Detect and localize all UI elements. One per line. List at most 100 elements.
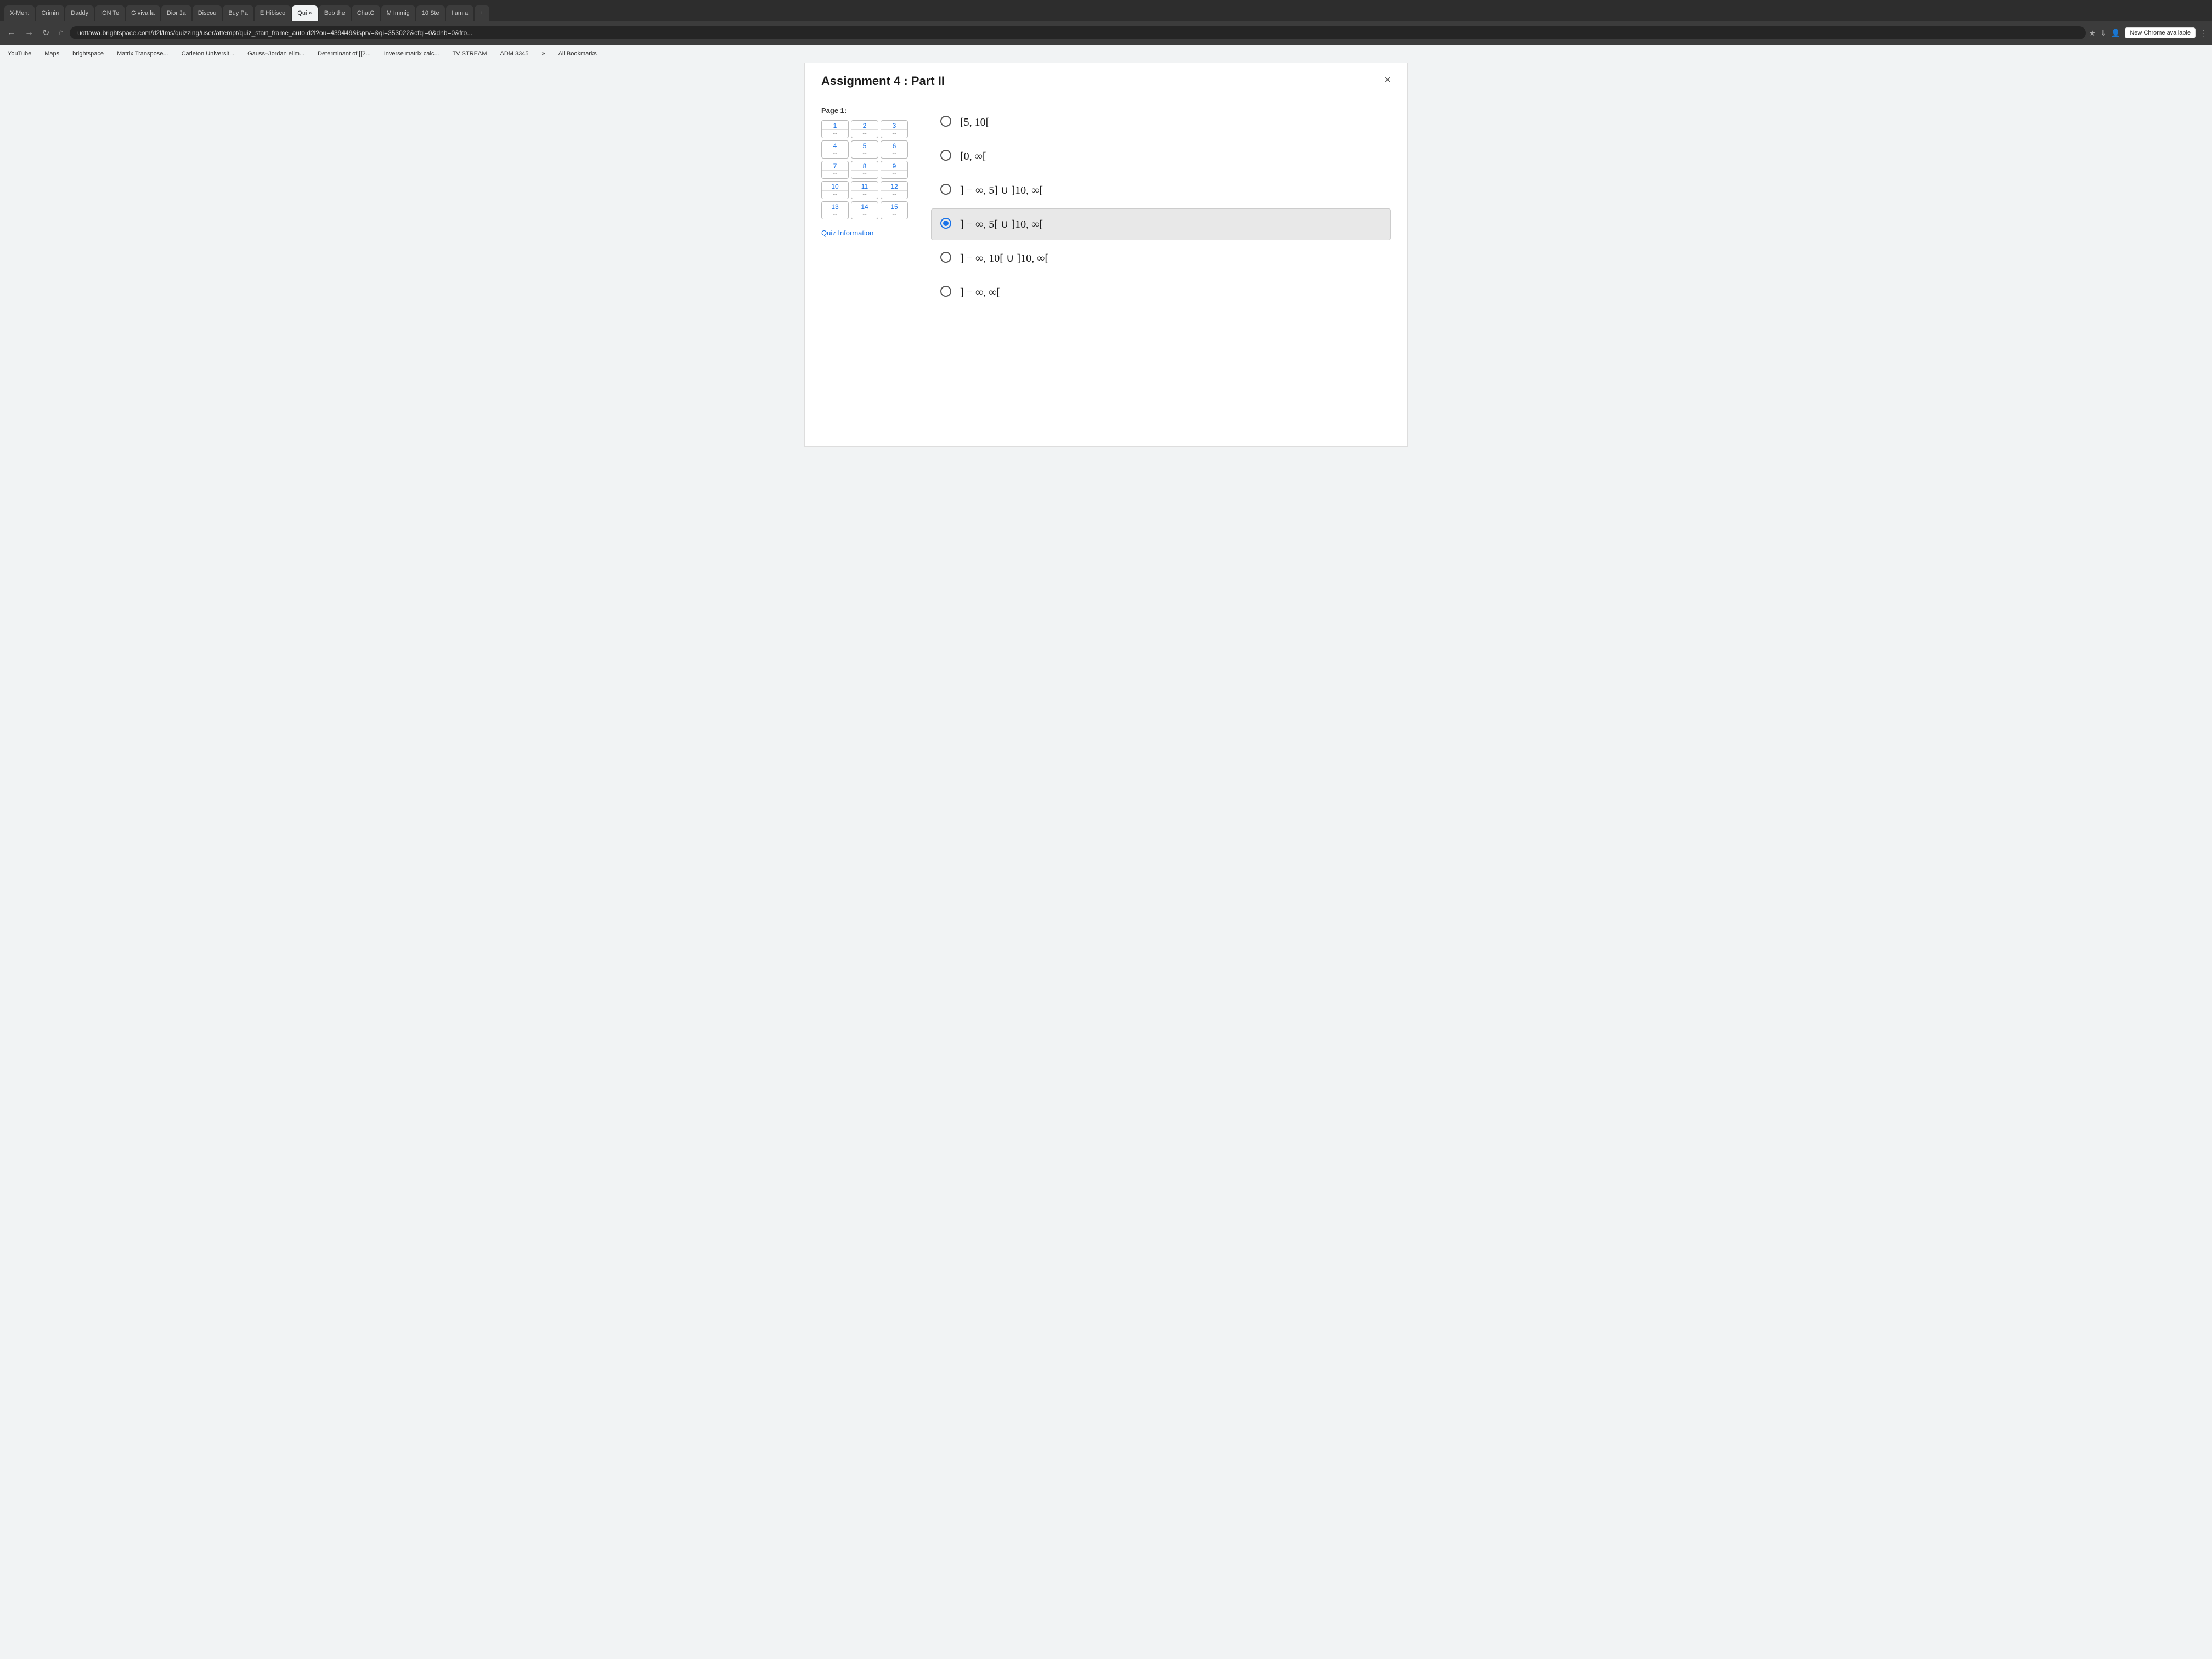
address-bar: ← → ↻ ⌂ ★ ⇓ 👤 New Chrome available ⋮	[0, 21, 2212, 45]
radio-button[interactable]	[940, 218, 951, 229]
address-input[interactable]	[70, 26, 2086, 40]
option-text: [5, 10[	[960, 115, 989, 130]
home-button[interactable]: ⌂	[55, 27, 66, 39]
question-number: 1	[833, 122, 837, 129]
question-nav-cell[interactable]: 10--	[821, 181, 849, 199]
bookmarks-bar: YouTube Maps brightspace Matrix Transpose..…	[0, 45, 2212, 63]
bookmark-item[interactable]: YouTube	[4, 49, 35, 58]
question-nav-cell[interactable]: 9--	[881, 161, 908, 179]
quiz-title: Assignment 4 : Part II	[821, 74, 945, 88]
bookmark-item[interactable]: All Bookmarks	[555, 49, 600, 58]
browser-tab[interactable]: G viva la	[126, 5, 160, 21]
bookmark-item[interactable]: Inverse matrix calc...	[381, 49, 443, 58]
bookmark-item[interactable]: »	[539, 49, 549, 58]
quiz-container: Assignment 4 : Part II × Page 1: 1--2--3…	[804, 63, 1408, 447]
answer-option[interactable]: ] − ∞, 5[ ∪ ]10, ∞[	[931, 208, 1391, 240]
answer-option[interactable]: ] − ∞, 10[ ∪ ]10, ∞[	[931, 242, 1391, 274]
browser-tab[interactable]: M Immig	[381, 5, 415, 21]
answer-option[interactable]: [0, ∞[	[931, 140, 1391, 172]
browser-tab[interactable]: Discou	[193, 5, 222, 21]
question-score: --	[881, 211, 907, 218]
menu-icon[interactable]: ⋮	[2200, 29, 2208, 38]
browser-tab[interactable]: I am a	[446, 5, 474, 21]
browser-tab[interactable]: Bob the	[319, 5, 351, 21]
question-score: --	[851, 190, 878, 198]
question-nav-cell[interactable]: 7--	[821, 161, 849, 179]
radio-button[interactable]	[940, 150, 951, 161]
answer-option[interactable]: [5, 10[	[931, 106, 1391, 138]
quiz-sidebar: Page 1: 1--2--3--4--5--6--7--8--9--10--1…	[821, 106, 920, 311]
bookmark-item[interactable]: TV STREAM	[449, 49, 490, 58]
question-nav-cell[interactable]: 14--	[851, 201, 878, 219]
question-number: 3	[893, 122, 896, 129]
question-number: 14	[861, 203, 868, 211]
new-chrome-badge[interactable]: New Chrome available	[2125, 27, 2196, 38]
browser-tab[interactable]: E Hibisco	[255, 5, 291, 21]
bookmark-item[interactable]: Maps	[41, 49, 63, 58]
question-nav-cell[interactable]: 15--	[881, 201, 908, 219]
close-button[interactable]: ×	[1384, 74, 1391, 87]
bookmark-item[interactable]: ADM 3345	[497, 49, 532, 58]
question-number: 7	[833, 162, 837, 170]
bookmark-item[interactable]: Determinant of [[2...	[314, 49, 374, 58]
question-score: --	[822, 190, 848, 198]
bookmark-icon[interactable]: ★	[2089, 29, 2096, 38]
back-button[interactable]: ←	[4, 27, 19, 39]
question-nav-cell[interactable]: 11--	[851, 181, 878, 199]
question-score: --	[822, 170, 848, 177]
question-score: --	[822, 129, 848, 137]
option-text: [0, ∞[	[960, 149, 986, 164]
question-score: --	[822, 150, 848, 157]
bookmark-item[interactable]: Gauss–Jordan elim...	[244, 49, 308, 58]
question-nav-cell[interactable]: 6--	[881, 140, 908, 159]
forward-button[interactable]: →	[22, 27, 36, 39]
download-icon[interactable]: ⇓	[2100, 29, 2107, 38]
question-number: 13	[831, 203, 838, 211]
question-score: --	[881, 129, 907, 137]
quiz-body: Page 1: 1--2--3--4--5--6--7--8--9--10--1…	[821, 106, 1391, 311]
question-number: 12	[890, 183, 898, 190]
question-nav-cell[interactable]: 1--	[821, 120, 849, 138]
question-score: --	[851, 170, 878, 177]
browser-tab[interactable]: Dior Ja	[161, 5, 191, 21]
browser-tab[interactable]: Qui ×	[292, 5, 318, 21]
profile-icon[interactable]: 👤	[2111, 29, 2120, 38]
question-score: --	[881, 170, 907, 177]
browser-tab[interactable]: ION Te	[95, 5, 125, 21]
browser-tab[interactable]: 10 Ste	[416, 5, 445, 21]
question-number: 4	[833, 142, 837, 150]
question-nav-cell[interactable]: 8--	[851, 161, 878, 179]
browser-tab[interactable]: Daddy	[65, 5, 94, 21]
browser-tab[interactable]: X-Men:	[4, 5, 35, 21]
toolbar-icons: ★ ⇓ 👤 New Chrome available ⋮	[2089, 27, 2208, 38]
question-number: 11	[861, 183, 868, 190]
radio-button[interactable]	[940, 116, 951, 127]
question-nav-cell[interactable]: 13--	[821, 201, 849, 219]
browser-tab[interactable]: +	[475, 5, 489, 21]
question-nav-cell[interactable]: 2--	[851, 120, 878, 138]
quiz-info-link[interactable]: Quiz Information	[821, 229, 873, 237]
answer-option[interactable]: ] − ∞, ∞[	[931, 276, 1391, 308]
radio-button[interactable]	[940, 286, 951, 297]
browser-tab[interactable]: ChatG	[352, 5, 380, 21]
browser-tab[interactable]: Buy Pa	[223, 5, 253, 21]
bookmark-item[interactable]: Carleton Universit...	[178, 49, 238, 58]
question-nav-cell[interactable]: 3--	[881, 120, 908, 138]
question-number: 5	[863, 142, 867, 150]
option-text: ] − ∞, 10[ ∪ ]10, ∞[	[960, 251, 1048, 266]
browser-tab[interactable]: Crimin	[36, 5, 64, 21]
answer-option[interactable]: ] − ∞, 5] ∪ ]10, ∞[	[931, 174, 1391, 206]
reload-button[interactable]: ↻	[40, 26, 52, 40]
bookmark-item[interactable]: brightspace	[69, 49, 107, 58]
radio-button[interactable]	[940, 252, 951, 263]
question-nav-cell[interactable]: 5--	[851, 140, 878, 159]
question-grid: 1--2--3--4--5--6--7--8--9--10--11--12--1…	[821, 120, 920, 219]
option-text: ] − ∞, ∞[	[960, 285, 1000, 300]
radio-button[interactable]	[940, 184, 951, 195]
question-score: --	[851, 150, 878, 157]
question-nav-cell[interactable]: 4--	[821, 140, 849, 159]
main-content: Assignment 4 : Part II × Page 1: 1--2--3…	[0, 63, 2212, 1659]
question-nav-cell[interactable]: 12--	[881, 181, 908, 199]
browser-frame: X-Men:CriminDaddyION TeG viva laDior JaD…	[0, 0, 2212, 63]
bookmark-item[interactable]: Matrix Transpose...	[114, 49, 172, 58]
